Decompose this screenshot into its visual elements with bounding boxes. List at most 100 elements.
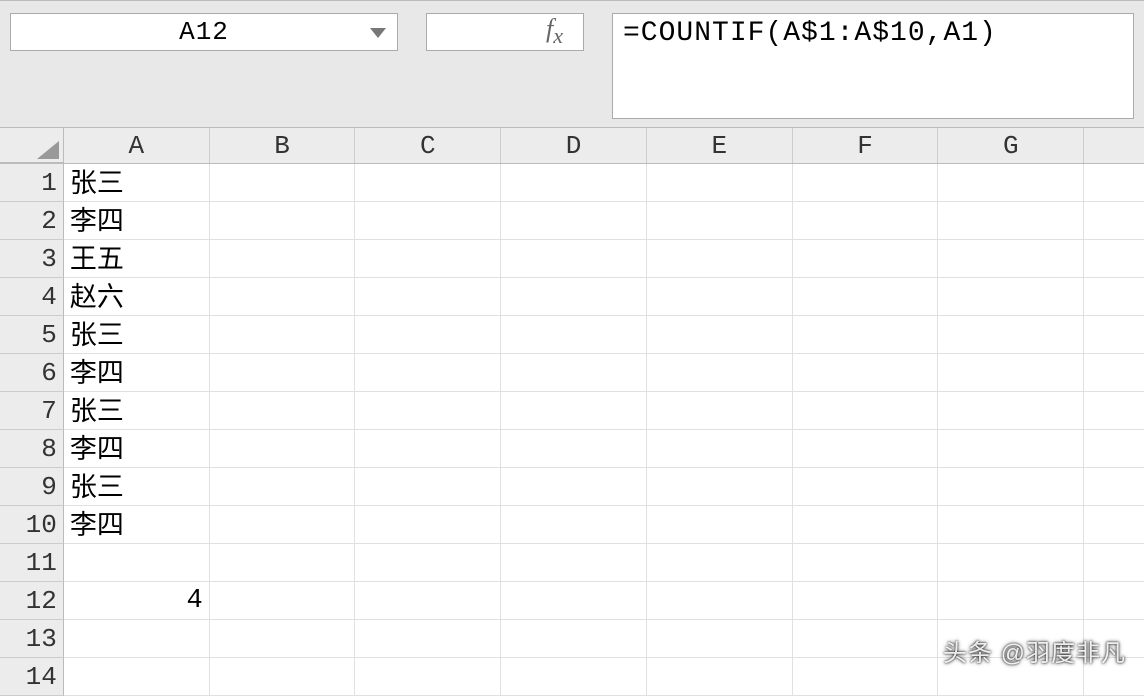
cell-A12[interactable]: 4 (64, 582, 210, 620)
cell-E2[interactable] (647, 202, 793, 240)
cell-B3[interactable] (210, 240, 356, 278)
cell-B10[interactable] (210, 506, 356, 544)
row-header[interactable]: 14 (0, 658, 64, 696)
cell-F9[interactable] (793, 468, 939, 506)
cell-extra-4[interactable] (1084, 278, 1144, 316)
row-header[interactable]: 13 (0, 620, 64, 658)
cell-extra-9[interactable] (1084, 468, 1144, 506)
select-all-corner[interactable] (0, 128, 64, 163)
cell-extra-5[interactable] (1084, 316, 1144, 354)
cell-A6[interactable]: 李四 (64, 354, 210, 392)
cell-C11[interactable] (355, 544, 501, 582)
cell-extra-10[interactable] (1084, 506, 1144, 544)
cell-G8[interactable] (938, 430, 1084, 468)
cell-B5[interactable] (210, 316, 356, 354)
cell-A1[interactable]: 张三 (64, 164, 210, 202)
cell-D7[interactable] (501, 392, 647, 430)
cell-B13[interactable] (210, 620, 356, 658)
cell-extra-11[interactable] (1084, 544, 1144, 582)
cell-C2[interactable] (355, 202, 501, 240)
cell-A13[interactable] (64, 620, 210, 658)
cell-E8[interactable] (647, 430, 793, 468)
cell-D11[interactable] (501, 544, 647, 582)
cell-C6[interactable] (355, 354, 501, 392)
cell-C4[interactable] (355, 278, 501, 316)
row-header[interactable]: 6 (0, 354, 64, 392)
cell-E5[interactable] (647, 316, 793, 354)
cell-G10[interactable] (938, 506, 1084, 544)
cell-D1[interactable] (501, 164, 647, 202)
cell-F13[interactable] (793, 620, 939, 658)
cell-G12[interactable] (938, 582, 1084, 620)
cell-C13[interactable] (355, 620, 501, 658)
cell-B12[interactable] (210, 582, 356, 620)
cell-C14[interactable] (355, 658, 501, 696)
cell-extra-14[interactable] (1084, 658, 1144, 696)
cell-C10[interactable] (355, 506, 501, 544)
cell-E3[interactable] (647, 240, 793, 278)
cell-E13[interactable] (647, 620, 793, 658)
cell-D4[interactable] (501, 278, 647, 316)
row-header[interactable]: 11 (0, 544, 64, 582)
cell-A14[interactable] (64, 658, 210, 696)
col-header-G[interactable]: G (938, 128, 1084, 163)
cell-F4[interactable] (793, 278, 939, 316)
cell-F14[interactable] (793, 658, 939, 696)
cell-G6[interactable] (938, 354, 1084, 392)
cell-C3[interactable] (355, 240, 501, 278)
cell-extra-1[interactable] (1084, 164, 1144, 202)
cell-C7[interactable] (355, 392, 501, 430)
cell-D10[interactable] (501, 506, 647, 544)
cell-G5[interactable] (938, 316, 1084, 354)
cell-extra-13[interactable] (1084, 620, 1144, 658)
row-header[interactable]: 3 (0, 240, 64, 278)
cell-G13[interactable] (938, 620, 1084, 658)
cell-A2[interactable]: 李四 (64, 202, 210, 240)
cell-E9[interactable] (647, 468, 793, 506)
cell-A10[interactable]: 李四 (64, 506, 210, 544)
cell-D14[interactable] (501, 658, 647, 696)
row-header[interactable]: 2 (0, 202, 64, 240)
cell-F12[interactable] (793, 582, 939, 620)
row-header[interactable]: 1 (0, 164, 64, 202)
cell-D3[interactable] (501, 240, 647, 278)
cell-G4[interactable] (938, 278, 1084, 316)
row-header[interactable]: 7 (0, 392, 64, 430)
cell-E7[interactable] (647, 392, 793, 430)
cell-A9[interactable]: 张三 (64, 468, 210, 506)
cell-A11[interactable] (64, 544, 210, 582)
cell-G1[interactable] (938, 164, 1084, 202)
formula-bar[interactable]: =COUNTIF(A$1:A$10,A1) (612, 13, 1134, 119)
cell-C9[interactable] (355, 468, 501, 506)
cell-extra-7[interactable] (1084, 392, 1144, 430)
cell-F1[interactable] (793, 164, 939, 202)
cell-extra-12[interactable] (1084, 582, 1144, 620)
col-header-D[interactable]: D (501, 128, 647, 163)
cell-G2[interactable] (938, 202, 1084, 240)
cell-E1[interactable] (647, 164, 793, 202)
cell-extra-6[interactable] (1084, 354, 1144, 392)
cell-C12[interactable] (355, 582, 501, 620)
col-header-E[interactable]: E (647, 128, 793, 163)
cell-A7[interactable]: 张三 (64, 392, 210, 430)
cell-B7[interactable] (210, 392, 356, 430)
cell-A4[interactable]: 赵六 (64, 278, 210, 316)
cell-G11[interactable] (938, 544, 1084, 582)
cell-B4[interactable] (210, 278, 356, 316)
col-header-A[interactable]: A (64, 128, 210, 163)
row-header[interactable]: 4 (0, 278, 64, 316)
cell-B14[interactable] (210, 658, 356, 696)
cell-F6[interactable] (793, 354, 939, 392)
cell-D12[interactable] (501, 582, 647, 620)
cell-B1[interactable] (210, 164, 356, 202)
col-header-extra[interactable] (1084, 128, 1144, 163)
row-header[interactable]: 5 (0, 316, 64, 354)
cell-C1[interactable] (355, 164, 501, 202)
row-header[interactable]: 9 (0, 468, 64, 506)
cell-D8[interactable] (501, 430, 647, 468)
cell-extra-3[interactable] (1084, 240, 1144, 278)
name-box[interactable]: A12 (10, 13, 398, 51)
col-header-F[interactable]: F (793, 128, 939, 163)
cell-A3[interactable]: 王五 (64, 240, 210, 278)
cell-D6[interactable] (501, 354, 647, 392)
